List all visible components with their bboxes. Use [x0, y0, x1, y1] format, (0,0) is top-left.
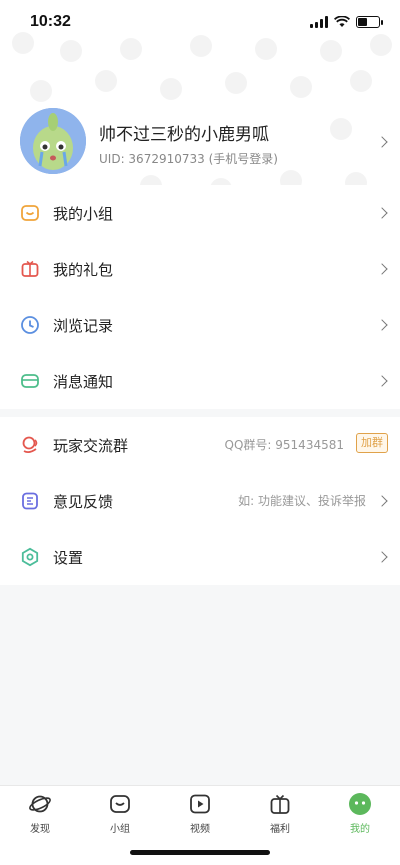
battery-icon [356, 16, 383, 28]
tab-label: 发现 [30, 824, 50, 835]
user-uid: UID: 3672910733 (手机号登录) [99, 152, 278, 166]
my-page-screen: 10:32 帅不过三秒的小鹿男呱 UID: 3672910733 (手机号登录)… [0, 0, 400, 865]
pattern-decoration [350, 70, 372, 92]
chevron-right-icon [376, 551, 388, 563]
tab-label: 福利 [270, 824, 290, 835]
tab-label: 我的 [350, 824, 370, 835]
signal-icon [310, 16, 328, 28]
tab-discover[interactable]: 发现 [0, 792, 80, 836]
menu-item-settings[interactable]: 设置 [0, 529, 400, 585]
avatar[interactable] [20, 108, 86, 174]
clock-icon [21, 316, 39, 334]
status-time: 10:32 [30, 13, 71, 30]
profile-card[interactable]: 帅不过三秒的小鹿男呱 UID: 3672910733 (手机号登录) [0, 100, 400, 180]
tab-me[interactable]: 我的 [320, 792, 400, 836]
menu-item-history[interactable]: 浏览记录 [0, 297, 400, 353]
username: 帅不过三秒的小鹿男呱 [99, 125, 269, 145]
feedback-hint: 如: 功能建议、投诉举报 [238, 494, 366, 508]
chevron-right-icon [376, 319, 388, 331]
chevron-right-icon [376, 207, 388, 219]
group-tab-icon [110, 795, 130, 813]
menu-group-main: 我的小组 我的礼包 浏览记录 消息通知 [0, 185, 400, 409]
status-bar: 10:32 [0, 0, 400, 44]
chevron-right-icon [376, 495, 388, 507]
video-icon [190, 794, 210, 814]
chevron-right-icon [376, 375, 388, 387]
gift-icon [21, 260, 39, 277]
menu-label: 我的小组 [53, 205, 114, 223]
settings-icon [21, 547, 39, 567]
menu-group-secondary: 玩家交流群 QQ群号: 951434581 加群 意见反馈 如: 功能建议、投诉… [0, 417, 400, 585]
pattern-decoration [225, 72, 247, 94]
chevron-right-icon [376, 136, 388, 148]
wifi-icon [334, 16, 350, 27]
gift-tab-icon [270, 794, 290, 814]
tab-video[interactable]: 视频 [160, 792, 240, 836]
tab-welfare[interactable]: 福利 [240, 792, 320, 836]
avatar-image [20, 108, 86, 174]
chevron-right-icon [376, 263, 388, 275]
feedback-icon [22, 492, 38, 510]
menu-label: 浏览记录 [53, 317, 114, 335]
menu-label: 意见反馈 [53, 493, 114, 511]
pattern-decoration [30, 80, 52, 102]
home-indicator [130, 850, 270, 855]
planet-icon [29, 795, 51, 813]
menu-item-my-group[interactable]: 我的小组 [0, 185, 400, 241]
profile-header: 10:32 帅不过三秒的小鹿男呱 UID: 3672910733 (手机号登录) [0, 0, 400, 195]
pattern-decoration [95, 70, 117, 92]
chat-group-icon [22, 436, 38, 454]
status-icons [310, 15, 383, 29]
tab-label: 视频 [190, 824, 210, 835]
pattern-decoration [290, 76, 312, 98]
qq-group-number: QQ群号: 951434581 [224, 438, 344, 452]
message-icon [21, 374, 39, 388]
menu-item-feedback[interactable]: 意见反馈 如: 功能建议、投诉举报 [0, 473, 400, 529]
menu-label: 设置 [53, 549, 84, 567]
tab-label: 小组 [110, 824, 130, 835]
menu-item-my-gift[interactable]: 我的礼包 [0, 241, 400, 297]
menu-label: 我的礼包 [53, 261, 114, 279]
menu-item-notifications[interactable]: 消息通知 [0, 353, 400, 409]
join-group-button[interactable]: 加群 [356, 433, 388, 453]
group-icon [21, 205, 39, 221]
me-icon [349, 793, 371, 815]
menu-label: 消息通知 [53, 373, 114, 391]
menu-label: 玩家交流群 [53, 437, 129, 455]
tab-group[interactable]: 小组 [80, 792, 160, 836]
pattern-decoration [160, 78, 182, 100]
menu-item-player-group[interactable]: 玩家交流群 QQ群号: 951434581 加群 [0, 417, 400, 473]
